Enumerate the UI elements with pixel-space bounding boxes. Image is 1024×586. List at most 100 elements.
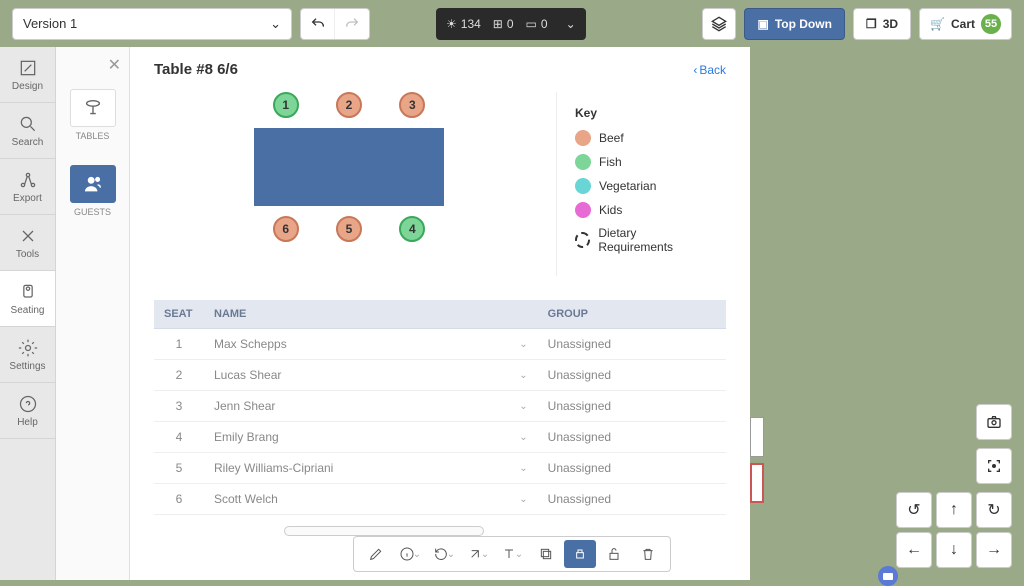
cell-name[interactable]: Lucas Shear⌄ bbox=[204, 360, 538, 391]
seat[interactable]: 1 bbox=[273, 92, 299, 118]
layers-button[interactable] bbox=[702, 8, 736, 40]
screen-icon: ▭ bbox=[526, 17, 537, 31]
chevron-down-icon: ⌄ bbox=[270, 16, 281, 32]
lock-button[interactable] bbox=[598, 540, 630, 568]
view-controls: ↺ ↑ ↻ ← ↓ → bbox=[896, 404, 1012, 568]
seat[interactable]: 4 bbox=[399, 216, 425, 242]
seating-subrail: ✕ TABLES GUESTS bbox=[56, 47, 130, 580]
legend-title: Key bbox=[575, 106, 708, 120]
rail-search[interactable]: Search bbox=[0, 103, 55, 159]
top-down-button[interactable]: ▣ Top Down bbox=[744, 8, 844, 40]
camera-button[interactable] bbox=[976, 404, 1012, 440]
legend: Key Beef Fish Vegetarian Kids Dietary Re… bbox=[556, 92, 726, 276]
chevron-down-icon: ⌄ bbox=[519, 494, 527, 505]
nav-up-button[interactable]: ↑ bbox=[936, 492, 972, 528]
cell-group: Unassigned bbox=[538, 329, 726, 360]
grid-icon: ⊞ bbox=[493, 17, 503, 31]
cart-count-badge: 55 bbox=[981, 14, 1001, 34]
col-name[interactable]: NAME bbox=[204, 300, 538, 329]
table-shape[interactable]: 123 654 bbox=[254, 128, 444, 206]
cube-icon: ❒ bbox=[866, 17, 877, 31]
topdown-icon: ▣ bbox=[757, 17, 768, 31]
legend-kids: Kids bbox=[575, 202, 708, 218]
version-label: Version 1 bbox=[23, 16, 77, 31]
rotate-button[interactable]: ⌄ bbox=[428, 540, 460, 568]
seating-panel: Table #8 6/6 ‹ Back 123 654 Key Beef Fis… bbox=[130, 47, 750, 580]
version-select[interactable]: Version 1 ⌄ bbox=[12, 8, 292, 40]
table-row[interactable]: 1Max Schepps⌄Unassigned bbox=[154, 329, 726, 360]
col-group[interactable]: GROUP bbox=[538, 300, 726, 329]
cell-name[interactable]: Jenn Shear⌄ bbox=[204, 391, 538, 422]
cart-label: Cart bbox=[951, 17, 975, 31]
rail-seating[interactable]: Seating bbox=[0, 271, 55, 327]
cell-name[interactable]: Emily Brang⌄ bbox=[204, 422, 538, 453]
cart-button[interactable]: 🛒 Cart 55 bbox=[919, 8, 1012, 40]
cell-name[interactable]: Scott Welch⌄ bbox=[204, 484, 538, 515]
cell-name[interactable]: Max Schepps⌄ bbox=[204, 329, 538, 360]
table-row[interactable]: 2Lucas Shear⌄Unassigned bbox=[154, 360, 726, 391]
3d-label: 3D bbox=[883, 17, 898, 31]
cell-group: Unassigned bbox=[538, 391, 726, 422]
back-link[interactable]: ‹ Back bbox=[693, 63, 726, 77]
seat[interactable]: 3 bbox=[399, 92, 425, 118]
undo-button[interactable] bbox=[301, 9, 335, 39]
swatch-kids bbox=[575, 202, 591, 218]
seat[interactable]: 2 bbox=[336, 92, 362, 118]
seat-button[interactable] bbox=[564, 540, 596, 568]
edit-button[interactable] bbox=[360, 540, 392, 568]
seat[interactable]: 6 bbox=[273, 216, 299, 242]
record-button[interactable] bbox=[878, 566, 898, 586]
cell-seat: 6 bbox=[154, 484, 204, 515]
3d-button[interactable]: ❒ 3D bbox=[853, 8, 911, 40]
object-toolbar: ⌄ ⌄ ⌄ ⌄ bbox=[353, 536, 671, 572]
cell-seat: 5 bbox=[154, 453, 204, 484]
rotate-left-button[interactable]: ↺ bbox=[896, 492, 932, 528]
canvas-object[interactable] bbox=[750, 417, 764, 457]
subrail-guests[interactable]: GUESTS bbox=[64, 157, 122, 225]
rotate-right-button[interactable]: ↻ bbox=[976, 492, 1012, 528]
nav-right-button[interactable]: → bbox=[976, 532, 1012, 568]
text-button[interactable]: ⌄ bbox=[496, 540, 528, 568]
horizontal-scrollbar[interactable] bbox=[284, 526, 484, 536]
rail-settings[interactable]: Settings bbox=[0, 327, 55, 383]
topbar: Version 1 ⌄ ☀ 134 ⊞ 0 ▭ 0 ⌄ ▣ Top Down ❒… bbox=[0, 0, 1024, 47]
rail-tools[interactable]: Tools bbox=[0, 215, 55, 271]
rail-export[interactable]: Export bbox=[0, 159, 55, 215]
cell-seat: 2 bbox=[154, 360, 204, 391]
nav-left-button[interactable]: ← bbox=[896, 532, 932, 568]
duplicate-button[interactable] bbox=[530, 540, 562, 568]
chevron-down-icon: ⌄ bbox=[519, 339, 527, 350]
redo-button[interactable] bbox=[335, 9, 369, 39]
cell-seat: 3 bbox=[154, 391, 204, 422]
grid-count[interactable]: ⊞ 0 bbox=[493, 17, 514, 31]
info-button[interactable]: ⌄ bbox=[394, 540, 426, 568]
rail-help[interactable]: Help bbox=[0, 383, 55, 439]
nav-down-button[interactable]: ↓ bbox=[936, 532, 972, 568]
main-area: Design Search Export Tools Seating Setti… bbox=[0, 47, 1024, 580]
table-diagram: 1 2 3 6 5 4 bbox=[254, 92, 444, 276]
col-seat[interactable]: SEAT bbox=[154, 300, 204, 329]
swatch-dietary bbox=[575, 232, 590, 248]
chevron-down-icon: ⌄ bbox=[519, 401, 527, 412]
guest-table: SEAT NAME GROUP 1Max Schepps⌄Unassigned2… bbox=[154, 300, 726, 515]
table-row[interactable]: 5Riley Williams-Cipriani⌄Unassigned bbox=[154, 453, 726, 484]
canvas-status-toolbar: ☀ 134 ⊞ 0 ▭ 0 ⌄ bbox=[436, 8, 586, 40]
canvas-object-selected[interactable] bbox=[750, 463, 764, 503]
cell-name[interactable]: Riley Williams-Cipriani⌄ bbox=[204, 453, 538, 484]
seat[interactable]: 5 bbox=[336, 216, 362, 242]
top-down-label: Top Down bbox=[775, 17, 832, 31]
table-row[interactable]: 4Emily Brang⌄Unassigned bbox=[154, 422, 726, 453]
chevron-down-icon[interactable]: ⌄ bbox=[566, 17, 576, 31]
left-rail: Design Search Export Tools Seating Setti… bbox=[0, 47, 56, 580]
table-row[interactable]: 6Scott Welch⌄Unassigned bbox=[154, 484, 726, 515]
screen-count[interactable]: ▭ 0 bbox=[526, 17, 548, 31]
chevron-left-icon: ‹ bbox=[693, 63, 697, 77]
resize-button[interactable]: ⌄ bbox=[462, 540, 494, 568]
subrail-tables[interactable]: TABLES bbox=[64, 81, 122, 149]
fullscreen-button[interactable] bbox=[976, 448, 1012, 484]
table-row[interactable]: 3Jenn Shear⌄Unassigned bbox=[154, 391, 726, 422]
close-icon[interactable]: ✕ bbox=[108, 55, 121, 75]
delete-button[interactable] bbox=[632, 540, 664, 568]
light-count[interactable]: ☀ 134 bbox=[446, 17, 481, 31]
rail-design[interactable]: Design bbox=[0, 47, 55, 103]
